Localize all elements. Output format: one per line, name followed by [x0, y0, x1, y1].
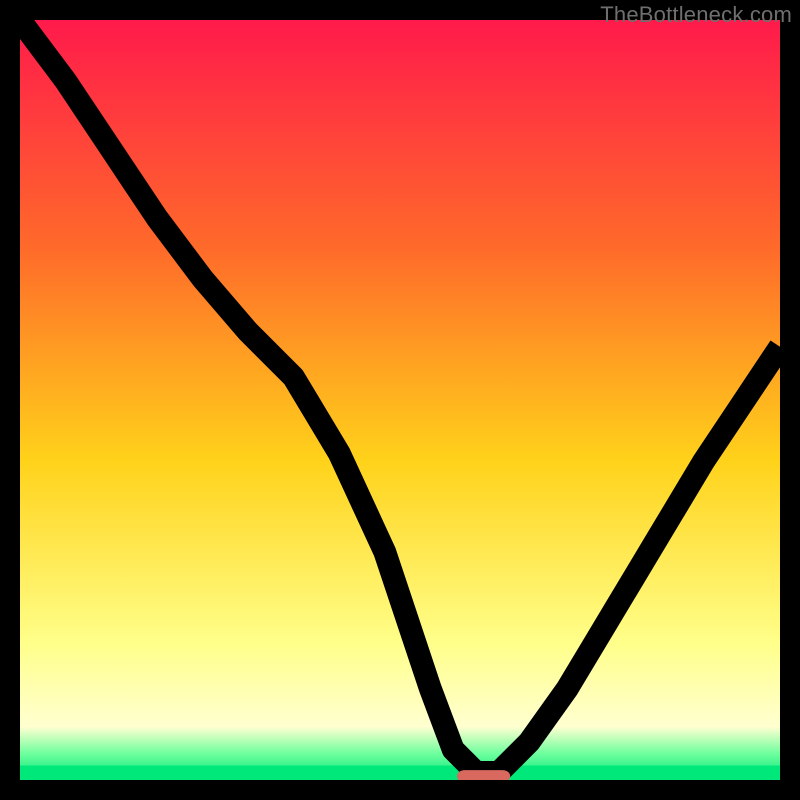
gradient-background	[20, 20, 780, 780]
optimal-range-marker	[457, 770, 510, 780]
chart-frame: TheBottleneck.com	[0, 0, 800, 800]
bottleneck-chart	[20, 20, 780, 780]
watermark-text: TheBottleneck.com	[600, 2, 792, 28]
